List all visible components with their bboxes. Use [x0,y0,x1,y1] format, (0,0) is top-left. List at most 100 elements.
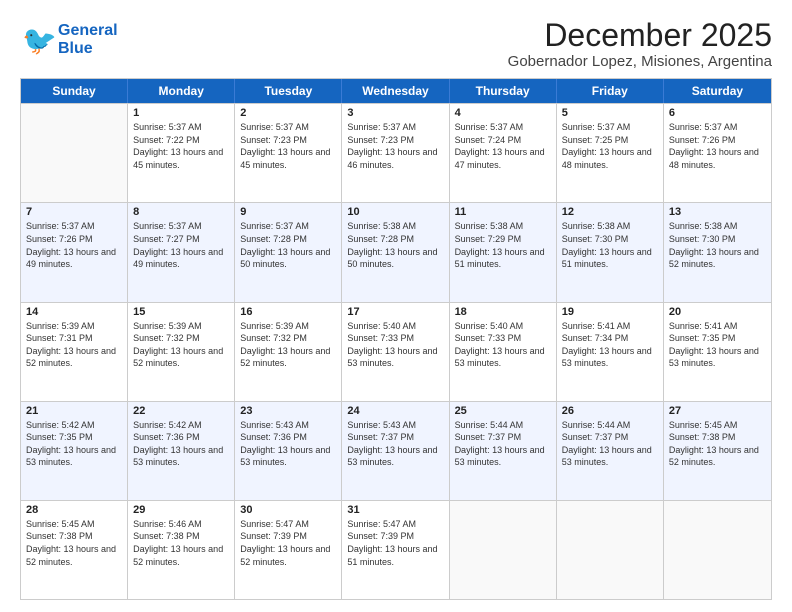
calendar-week-3: 14 Sunrise: 5:39 AM Sunset: 7:31 PM Dayli… [21,302,771,401]
calendar-week-2: 7 Sunrise: 5:37 AM Sunset: 7:26 PM Daylig… [21,202,771,301]
cal-cell [664,501,771,599]
header: 🐦 General Blue December 2025 Gobernador … [20,18,772,70]
calendar-week-1: 1 Sunrise: 5:37 AM Sunset: 7:22 PM Daylig… [21,103,771,202]
cell-info: Sunrise: 5:39 AM Sunset: 7:32 PM Dayligh… [133,320,229,370]
cal-cell: 15 Sunrise: 5:39 AM Sunset: 7:32 PM Dayli… [128,303,235,401]
day-number: 23 [240,405,336,417]
day-number: 9 [240,206,336,218]
day-number: 26 [562,405,658,417]
cell-info: Sunrise: 5:38 AM Sunset: 7:29 PM Dayligh… [455,220,551,270]
cal-cell: 6Sunrise: 5:37 AM Sunset: 7:26 PM Daylig… [664,104,771,202]
cal-cell: 9 Sunrise: 5:37 AM Sunset: 7:28 PM Daylig… [235,203,342,301]
day-number: 21 [26,405,122,417]
cal-cell: 24 Sunrise: 5:43 AM Sunset: 7:37 PM Dayli… [342,402,449,500]
cell-info: Sunrise: 5:47 AM Sunset: 7:39 PM Dayligh… [347,518,443,568]
cal-cell: 16Sunrise: 5:39 AM Sunset: 7:32 PM Dayli… [235,303,342,401]
day-number: 27 [669,405,766,417]
cell-info: Sunrise: 5:45 AM Sunset: 7:38 PM Dayligh… [669,419,766,469]
cal-cell: 8 Sunrise: 5:37 AM Sunset: 7:27 PM Daylig… [128,203,235,301]
cell-info: Sunrise: 5:37 AM Sunset: 7:28 PM Dayligh… [240,220,336,270]
cell-info: Sunrise: 5:45 AM Sunset: 7:38 PM Dayligh… [26,518,122,568]
cal-cell: 22 Sunrise: 5:42 AM Sunset: 7:36 PM Dayli… [128,402,235,500]
title-block: December 2025 Gobernador Lopez, Misiones… [508,18,772,70]
calendar-subtitle: Gobernador Lopez, Misiones, Argentina [508,53,772,70]
header-tuesday: Tuesday [235,79,342,103]
day-number: 8 [133,206,229,218]
day-number: 2 [240,107,336,119]
cell-info: Sunrise: 5:40 AM Sunset: 7:33 PM Dayligh… [347,320,443,370]
day-number: 10 [347,206,443,218]
logo: 🐦 General Blue [20,22,118,58]
cell-info: Sunrise: 5:37 AM Sunset: 7:25 PM Dayligh… [562,121,658,171]
svg-text:🐦: 🐦 [22,25,56,56]
logo-text-line2: Blue [58,40,118,58]
cal-cell: 11 Sunrise: 5:38 AM Sunset: 7:29 PM Dayli… [450,203,557,301]
cal-cell: 17 Sunrise: 5:40 AM Sunset: 7:33 PM Dayli… [342,303,449,401]
cal-cell: 20Sunrise: 5:41 AM Sunset: 7:35 PM Dayli… [664,303,771,401]
cal-cell [557,501,664,599]
day-number: 28 [26,504,122,516]
day-number: 7 [26,206,122,218]
cal-cell: 2 Sunrise: 5:37 AM Sunset: 7:23 PM Daylig… [235,104,342,202]
cal-cell: 18Sunrise: 5:40 AM Sunset: 7:33 PM Dayli… [450,303,557,401]
cal-cell: 21Sunrise: 5:42 AM Sunset: 7:35 PM Dayli… [21,402,128,500]
header-monday: Monday [128,79,235,103]
day-number: 15 [133,306,229,318]
cell-info: Sunrise: 5:39 AM Sunset: 7:31 PM Dayligh… [26,320,122,370]
day-number: 17 [347,306,443,318]
cal-cell: 5Sunrise: 5:37 AM Sunset: 7:25 PM Daylig… [557,104,664,202]
day-number: 13 [669,206,766,218]
cell-info: Sunrise: 5:37 AM Sunset: 7:23 PM Dayligh… [347,121,443,171]
logo-text-line1: General [58,22,118,40]
cal-cell: 3 Sunrise: 5:37 AM Sunset: 7:23 PM Daylig… [342,104,449,202]
calendar-week-4: 21Sunrise: 5:42 AM Sunset: 7:35 PM Dayli… [21,401,771,500]
cal-cell: 29 Sunrise: 5:46 AM Sunset: 7:38 PM Dayli… [128,501,235,599]
header-sunday: Sunday [21,79,128,103]
cell-info: Sunrise: 5:39 AM Sunset: 7:32 PM Dayligh… [240,320,336,370]
cell-info: Sunrise: 5:37 AM Sunset: 7:27 PM Dayligh… [133,220,229,270]
cell-info: Sunrise: 5:44 AM Sunset: 7:37 PM Dayligh… [455,419,551,469]
day-number: 1 [133,107,229,119]
day-number: 22 [133,405,229,417]
day-number: 19 [562,306,658,318]
day-number: 12 [562,206,658,218]
cal-cell: 28 Sunrise: 5:45 AM Sunset: 7:38 PM Dayli… [21,501,128,599]
cal-cell: 4Sunrise: 5:37 AM Sunset: 7:24 PM Daylig… [450,104,557,202]
cell-info: Sunrise: 5:43 AM Sunset: 7:37 PM Dayligh… [347,419,443,469]
day-number: 4 [455,107,551,119]
day-number: 31 [347,504,443,516]
cell-info: Sunrise: 5:42 AM Sunset: 7:36 PM Dayligh… [133,419,229,469]
cal-cell: 19 Sunrise: 5:41 AM Sunset: 7:34 PM Dayli… [557,303,664,401]
cell-info: Sunrise: 5:38 AM Sunset: 7:30 PM Dayligh… [669,220,766,270]
cal-cell: 12Sunrise: 5:38 AM Sunset: 7:30 PM Dayli… [557,203,664,301]
cal-cell: 1 Sunrise: 5:37 AM Sunset: 7:22 PM Daylig… [128,104,235,202]
cell-info: Sunrise: 5:43 AM Sunset: 7:36 PM Dayligh… [240,419,336,469]
day-number: 24 [347,405,443,417]
day-number: 11 [455,206,551,218]
cal-cell: 25Sunrise: 5:44 AM Sunset: 7:37 PM Dayli… [450,402,557,500]
day-number: 30 [240,504,336,516]
calendar: Sunday Monday Tuesday Wednesday Thursday… [20,78,772,600]
cell-info: Sunrise: 5:37 AM Sunset: 7:26 PM Dayligh… [26,220,122,270]
header-thursday: Thursday [450,79,557,103]
cal-cell: 13 Sunrise: 5:38 AM Sunset: 7:30 PM Dayli… [664,203,771,301]
cal-cell: 27 Sunrise: 5:45 AM Sunset: 7:38 PM Dayli… [664,402,771,500]
cal-cell: 26 Sunrise: 5:44 AM Sunset: 7:37 PM Dayli… [557,402,664,500]
header-friday: Friday [557,79,664,103]
cell-info: Sunrise: 5:41 AM Sunset: 7:34 PM Dayligh… [562,320,658,370]
calendar-title: December 2025 [508,18,772,53]
cell-info: Sunrise: 5:40 AM Sunset: 7:33 PM Dayligh… [455,320,551,370]
cell-info: Sunrise: 5:44 AM Sunset: 7:37 PM Dayligh… [562,419,658,469]
day-number: 6 [669,107,766,119]
day-number: 3 [347,107,443,119]
header-saturday: Saturday [664,79,771,103]
day-number: 29 [133,504,229,516]
cal-cell: 31 Sunrise: 5:47 AM Sunset: 7:39 PM Dayli… [342,501,449,599]
day-number: 14 [26,306,122,318]
cell-info: Sunrise: 5:38 AM Sunset: 7:28 PM Dayligh… [347,220,443,270]
cal-cell: 10 Sunrise: 5:38 AM Sunset: 7:28 PM Dayli… [342,203,449,301]
cell-info: Sunrise: 5:46 AM Sunset: 7:38 PM Dayligh… [133,518,229,568]
logo-icon: 🐦 [20,22,56,58]
cell-info: Sunrise: 5:37 AM Sunset: 7:22 PM Dayligh… [133,121,229,171]
cell-info: Sunrise: 5:37 AM Sunset: 7:23 PM Dayligh… [240,121,336,171]
